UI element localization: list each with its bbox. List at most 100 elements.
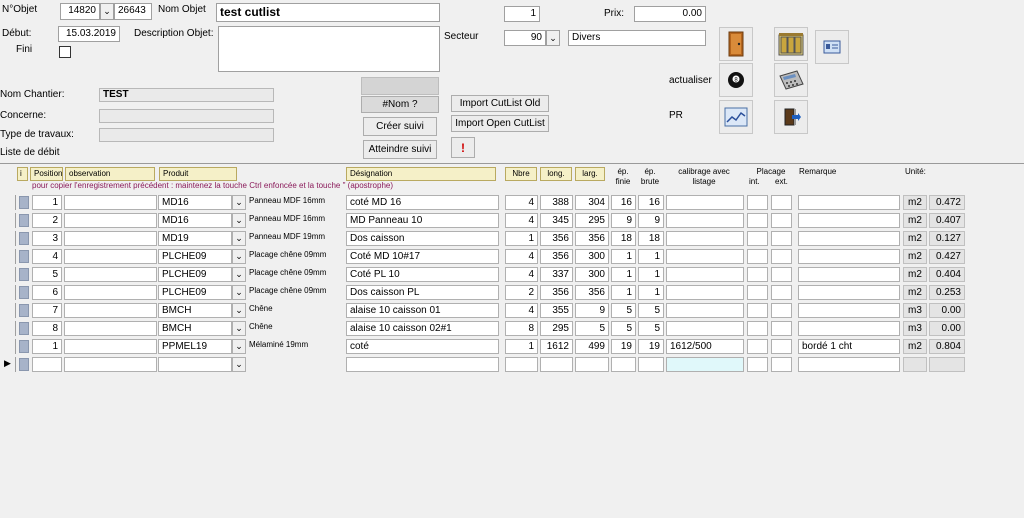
designation-cell[interactable]: coté MD 16 xyxy=(346,195,499,210)
position-cell[interactable]: 2 xyxy=(32,213,62,228)
remarque-cell[interactable]: bordé 1 cht xyxy=(798,339,900,354)
debut-field[interactable]: 15.03.2019 xyxy=(58,26,120,42)
table-row[interactable]: 2 MD16 MD Panneau 10 4 345 295 9 9 m2 0.407 ⌄ Panne… xyxy=(0,211,1024,229)
observation-cell[interactable] xyxy=(64,285,157,300)
long-cell[interactable]: 356 xyxy=(540,231,573,246)
produit-dropdown-button[interactable]: ⌄ xyxy=(232,249,246,264)
long-cell[interactable]: 356 xyxy=(540,285,573,300)
ep-finie-cell[interactable]: 1 xyxy=(611,285,636,300)
produit-dropdown-button[interactable]: ⌄ xyxy=(232,339,246,354)
produit-dropdown-button[interactable]: ⌄ xyxy=(232,321,246,336)
designation-cell[interactable]: alaise 10 caisson 02#1 xyxy=(346,321,499,336)
remarque-cell[interactable] xyxy=(798,231,900,246)
larg-cell[interactable]: 499 xyxy=(575,339,609,354)
remarque-cell[interactable] xyxy=(798,249,900,264)
placage-int-cell[interactable] xyxy=(747,303,768,318)
ep-finie-cell[interactable]: 16 xyxy=(611,195,636,210)
nbre-cell[interactable]: 4 xyxy=(505,249,538,264)
observation-cell[interactable] xyxy=(64,195,157,210)
placage-int-cell[interactable] xyxy=(747,213,768,228)
nbre-cell[interactable]: 4 xyxy=(505,303,538,318)
designation-cell[interactable]: coté xyxy=(346,339,499,354)
produit-cell[interactable]: PLCHE09 xyxy=(158,267,232,282)
observation-cell[interactable] xyxy=(64,303,157,318)
designation-cell[interactable]: Coté MD 10#17 xyxy=(346,249,499,264)
larg-cell[interactable]: 304 xyxy=(575,195,609,210)
import-cutlist-old-button[interactable]: Import CutList Old xyxy=(451,95,549,112)
larg-cell[interactable]: 300 xyxy=(575,267,609,282)
placage-int-cell[interactable] xyxy=(747,285,768,300)
designation-cell[interactable] xyxy=(346,357,499,372)
long-cell[interactable]: 355 xyxy=(540,303,573,318)
observation-cell[interactable] xyxy=(64,249,157,264)
type-travaux-field[interactable] xyxy=(99,128,274,142)
nobjet-field[interactable]: 14820 xyxy=(60,3,100,20)
ep-brute-cell[interactable]: 9 xyxy=(638,213,664,228)
produit-dropdown-button[interactable]: ⌄ xyxy=(232,303,246,318)
record-selector[interactable] xyxy=(0,339,16,354)
calibrage-cell[interactable] xyxy=(666,357,744,372)
position-cell[interactable]: 4 xyxy=(32,249,62,264)
prix-field[interactable]: 0.00 xyxy=(634,6,706,22)
ep-finie-cell[interactable]: 5 xyxy=(611,303,636,318)
position-cell[interactable]: 3 xyxy=(32,231,62,246)
ep-finie-cell[interactable]: 1 xyxy=(611,267,636,282)
record-selector[interactable] xyxy=(0,267,16,282)
nobjet-dropdown-button[interactable]: ⌄ xyxy=(100,3,114,20)
placage-int-cell[interactable] xyxy=(747,249,768,264)
observation-cell[interactable] xyxy=(64,339,157,354)
larg-cell[interactable]: 356 xyxy=(575,285,609,300)
table-row[interactable]: 7 BMCH alaise 10 caisson 01 4 355 9 5 5 m3 0.00 ⌄ C… xyxy=(0,301,1024,319)
record-selector[interactable] xyxy=(0,213,16,228)
placage-ext-cell[interactable] xyxy=(771,195,792,210)
long-cell[interactable]: 345 xyxy=(540,213,573,228)
table-row[interactable]: 1 MD16 coté MD 16 4 388 304 16 16 m2 0.472 ⌄ Pannea… xyxy=(0,193,1024,211)
ep-brute-cell[interactable]: 16 xyxy=(638,195,664,210)
nobjet-second-field[interactable]: 26643 xyxy=(114,3,152,20)
new-record-row[interactable]: ▶ ⌄ xyxy=(0,355,1024,373)
placage-int-cell[interactable] xyxy=(747,195,768,210)
position-cell[interactable]: 1 xyxy=(32,195,62,210)
larg-cell[interactable]: 9 xyxy=(575,303,609,318)
warning-button[interactable]: ! xyxy=(451,137,475,158)
card-button[interactable] xyxy=(815,30,849,64)
secteur-field[interactable]: 90 xyxy=(504,30,546,46)
placage-ext-cell[interactable] xyxy=(771,321,792,336)
ep-finie-cell[interactable] xyxy=(611,357,636,372)
ep-brute-cell[interactable]: 18 xyxy=(638,231,664,246)
placage-int-cell[interactable] xyxy=(747,267,768,282)
secteur-dropdown-button[interactable]: ⌄ xyxy=(546,30,560,46)
larg-cell[interactable]: 356 xyxy=(575,231,609,246)
nbre-cell[interactable] xyxy=(505,357,538,372)
placage-int-cell[interactable] xyxy=(747,357,768,372)
produit-cell[interactable]: BMCH xyxy=(158,303,232,318)
position-cell[interactable]: 5 xyxy=(32,267,62,282)
observation-cell[interactable] xyxy=(64,357,157,372)
larg-cell[interactable] xyxy=(575,357,609,372)
calculator-button[interactable] xyxy=(774,63,808,97)
concerne-field[interactable] xyxy=(99,109,274,123)
long-cell[interactable]: 356 xyxy=(540,249,573,264)
position-cell[interactable] xyxy=(32,357,62,372)
ep-finie-cell[interactable]: 19 xyxy=(611,339,636,354)
record-selector[interactable] xyxy=(0,195,16,210)
designation-cell[interactable]: Coté PL 10 xyxy=(346,267,499,282)
position-cell[interactable]: 8 xyxy=(32,321,62,336)
remarque-cell[interactable] xyxy=(798,303,900,318)
remarque-cell[interactable] xyxy=(798,321,900,336)
ep-brute-cell[interactable]: 1 xyxy=(638,249,664,264)
observation-cell[interactable] xyxy=(64,267,157,282)
nbre-cell[interactable]: 8 xyxy=(505,321,538,336)
placage-int-cell[interactable] xyxy=(747,339,768,354)
nbre-cell[interactable]: 4 xyxy=(505,195,538,210)
long-cell[interactable]: 337 xyxy=(540,267,573,282)
calibrage-cell[interactable] xyxy=(666,213,744,228)
produit-cell[interactable]: MD19 xyxy=(158,231,232,246)
produit-dropdown-button[interactable]: ⌄ xyxy=(232,285,246,300)
nbre-cell[interactable]: 4 xyxy=(505,267,538,282)
position-cell[interactable]: 7 xyxy=(32,303,62,318)
top-number-field[interactable]: 1 xyxy=(504,6,540,22)
cabinet-button[interactable] xyxy=(774,27,808,61)
nom-objet-field[interactable]: test cutlist xyxy=(216,3,440,22)
placage-ext-cell[interactable] xyxy=(771,231,792,246)
